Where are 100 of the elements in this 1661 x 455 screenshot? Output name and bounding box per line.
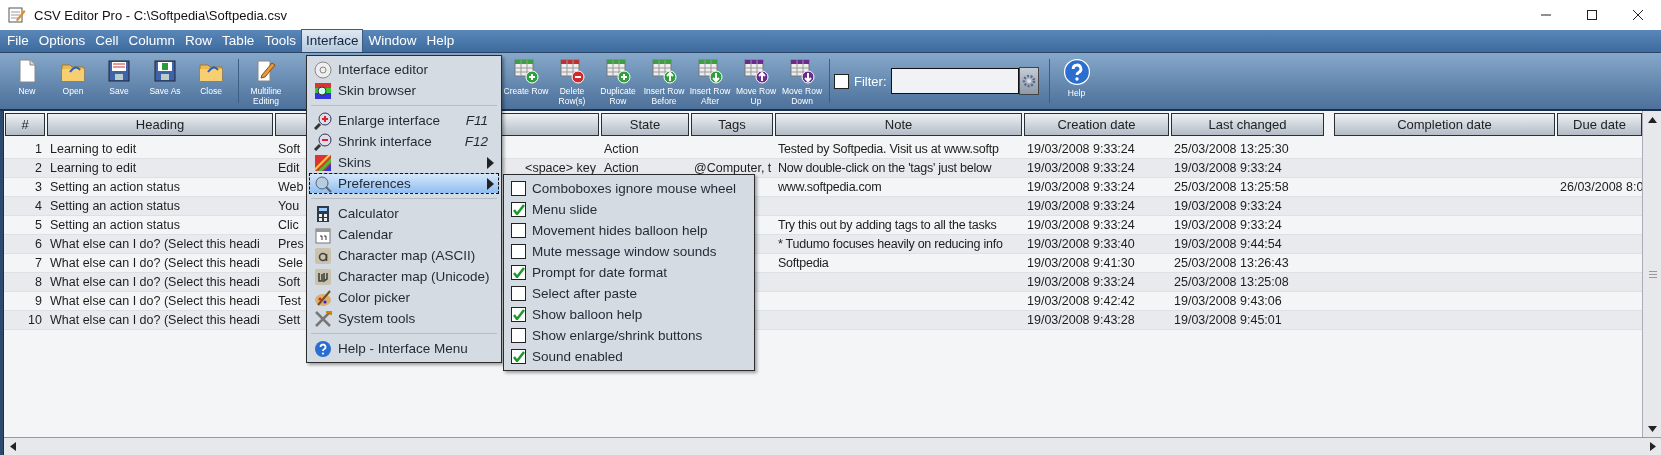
column-header[interactable]: Tags (691, 113, 773, 136)
checkbox-menu-item[interactable]: Select after paste (506, 283, 752, 304)
menu-item[interactable]: Interface editor (309, 59, 499, 80)
menu-item[interactable]: File (2, 29, 34, 53)
toolbar-button[interactable]: Delete Row(s) (549, 55, 595, 107)
close-icon (1633, 10, 1643, 20)
menu-item[interactable]: Window (363, 29, 422, 53)
menu-item[interactable]: Calculator (309, 203, 499, 224)
menu-item[interactable]: Skins (309, 152, 499, 173)
menu-item[interactable]: Cell (90, 29, 124, 53)
table-cell-text: What else can I do? (Select this headi (50, 274, 260, 291)
table-cell-text: Learning to edit (50, 160, 137, 177)
table-cell-text: Learning to edit (50, 141, 137, 158)
checkbox[interactable] (511, 307, 526, 322)
toolbar-button[interactable]: Duplicate Row (595, 55, 641, 107)
toolbar-button[interactable]: Insert Row After (687, 55, 733, 107)
table-cell-text: Try this out by adding tags to all the tasks (778, 217, 997, 234)
rainbow-icon (314, 153, 332, 172)
menu-item[interactable]: Preferences (309, 173, 499, 194)
toolbar-button[interactable]: Close (188, 55, 234, 107)
table-cell-text: Setting an action status (50, 198, 180, 215)
menu-item[interactable]: Shrink interface F12 (309, 131, 499, 152)
checkbox[interactable] (511, 181, 526, 196)
filter-field[interactable] (890, 68, 1019, 94)
table-cell-text: 8 (35, 274, 42, 291)
checkbox-menu-item[interactable]: Prompt for date format (506, 262, 752, 283)
table-cell-text: 19/03/2008 9:33:40 (1027, 236, 1135, 253)
checkbox[interactable] (511, 244, 526, 259)
filter-label: Filter: (854, 73, 887, 89)
table-cell-text: 19/03/2008 9:33:24 (1174, 198, 1282, 215)
calculator-icon (314, 204, 332, 223)
menu-item[interactable]: Help (421, 29, 460, 53)
checkbox[interactable] (511, 223, 526, 238)
column-header[interactable]: Heading (47, 113, 273, 136)
toolbar-button[interactable]: Move Row Down (779, 55, 825, 107)
menu-item[interactable]: Help - Interface Menu (309, 338, 499, 359)
table-cell-text: 19/03/2008 9:43:28 (1027, 312, 1135, 329)
table-cell-text: 25/03/2008 13:25:58 (1174, 179, 1289, 196)
toolbar-button[interactable]: New (4, 55, 50, 107)
table-cell-text: 19/03/2008 9:45:01 (1174, 312, 1282, 329)
menu-item[interactable]: Options (33, 29, 91, 53)
up-arrow-icon (1648, 116, 1657, 123)
toolbar-button[interactable]: Create Row (503, 55, 549, 107)
menu-item[interactable]: Character map (ASCII) (309, 245, 499, 266)
menu-item[interactable]: Table (217, 29, 260, 53)
toolbar-button[interactable]: Save As (142, 55, 188, 107)
menu-item[interactable]: Row (180, 29, 218, 53)
table-cell-text: Tested by Softpedia. Visit us at www.softp (778, 141, 999, 158)
menu-item[interactable]: Column (123, 29, 181, 53)
table-cell-text: 9 (35, 293, 42, 310)
checkbox-menu-item[interactable]: Show balloon help (506, 304, 752, 325)
table-cell-text: 19/03/2008 9:33:24 (1027, 160, 1135, 177)
column-header[interactable]: Due date (1557, 113, 1642, 136)
down-arrow-icon (1648, 425, 1657, 432)
checkbox[interactable] (511, 349, 526, 364)
checkbox-menu-item[interactable]: Menu slide (506, 199, 752, 220)
checkbox-menu-item[interactable]: Comboboxes ignore mouse wheel (506, 178, 752, 199)
menu-item[interactable]: Color picker (309, 287, 499, 308)
zoom-out-icon (314, 132, 332, 151)
filter-settings-button[interactable] (1018, 67, 1039, 95)
column-header[interactable]: # (5, 113, 45, 136)
table-cell-text: 6 (35, 236, 42, 253)
column-header[interactable]: State (601, 113, 689, 136)
checkbox[interactable] (511, 328, 526, 343)
help-button[interactable]: Help (1053, 55, 1100, 107)
menu-item[interactable]: Enlarge interface F11 (309, 110, 499, 131)
checkbox-menu-item[interactable]: Movement hides balloon help (506, 220, 752, 241)
column-header[interactable]: Creation date (1024, 113, 1169, 136)
toolbar-button[interactable]: Save (96, 55, 142, 107)
checkbox[interactable] (511, 202, 526, 217)
table-cell-text: 19/03/2008 9:33:24 (1027, 217, 1135, 234)
column-header[interactable]: Last changed (1171, 113, 1324, 136)
checkbox[interactable] (511, 286, 526, 301)
table-cell-text: Web (278, 179, 304, 196)
toolbar-button[interactable]: Open (50, 55, 96, 107)
filter-checkbox[interactable] (834, 73, 849, 89)
checkbox[interactable] (511, 265, 526, 280)
table-down-arrow-icon (697, 58, 723, 84)
toolbar-button[interactable]: Multiline Editing (243, 55, 289, 107)
table-down-arrow-icon (789, 58, 815, 84)
column-header[interactable]: Completion date (1334, 113, 1555, 136)
table-cell-text: * Tudumo focuses heavily on reducing info (778, 236, 1003, 253)
checkbox-menu-item[interactable]: Mute message window sounds (506, 241, 752, 262)
submenu-arrow-icon (487, 156, 494, 169)
tools-icon (314, 309, 332, 328)
table-cell-text: 19/03/2008 9:33:24 (1027, 198, 1135, 215)
menu-item[interactable]: Skin browser (309, 80, 499, 101)
menu-item[interactable]: Calendar (309, 224, 499, 245)
checkbox-menu-item[interactable]: Sound enabled (506, 346, 752, 367)
table-cell-text: @Computer, t (694, 160, 772, 177)
column-header[interactable]: Note (775, 113, 1022, 136)
menu-item[interactable]: Interface (300, 29, 364, 53)
help-icon (314, 339, 332, 358)
checkbox-menu-item[interactable]: Show enlarge/shrink buttons (506, 325, 752, 346)
toolbar-button[interactable]: Insert Row Before (641, 55, 687, 107)
menu-item[interactable]: Tools (259, 29, 301, 53)
table-cell-text: 10 (28, 312, 42, 329)
menu-item[interactable]: System tools (309, 308, 499, 329)
toolbar-button[interactable]: Move Row Up (733, 55, 779, 107)
menu-item[interactable]: Character map (Unicode) (309, 266, 499, 287)
